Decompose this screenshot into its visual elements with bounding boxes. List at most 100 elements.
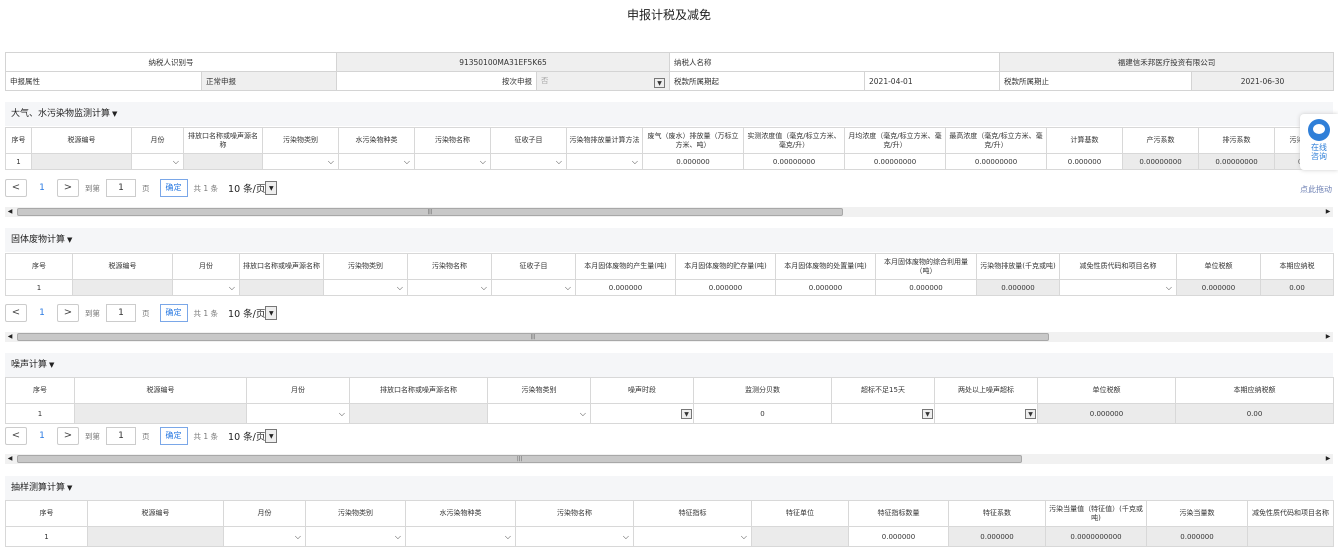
mode-value: 否 [541,75,549,85]
scrollbar-thumb[interactable]: ||| [17,455,1022,463]
base-input[interactable]: 0.000000 [1046,153,1123,170]
confirm-button[interactable]: 确定 [159,427,188,445]
pollutant-category-select[interactable]: ⌵ [323,279,408,296]
max-input[interactable]: 0.00000000 [945,153,1047,170]
month-select[interactable]: ⌵ [223,526,306,547]
column-header: 特征单位 [751,500,849,527]
tax-source-input[interactable] [74,403,247,424]
tax-source-input[interactable] [72,279,173,296]
chat-icon [1308,119,1330,141]
produced-input[interactable]: 0.000000 [575,279,676,296]
dropdown-arrow-icon: ▼ [1025,408,1036,419]
mode-select[interactable]: 否 ▼ [536,71,670,91]
sampling-table: 序号 税源编号 月份 污染物类别 水污染物种类 污染物名称 特征指标 特征单位 … [5,500,1334,547]
pollutant-name-select[interactable]: ⌵ [407,279,492,296]
chevron-down-icon: ⌵ [480,282,487,292]
caret-down-icon: ▼ [112,110,118,118]
disposed-input[interactable]: 0.000000 [775,279,876,296]
feature-indicator-select[interactable]: ⌵ [633,526,752,547]
pollutant-name-select[interactable]: ⌵ [515,526,634,547]
pagination-noise: < 1 > 到第 1 页 确定 共 1 条 10 条/页 ▼ [5,426,278,446]
current-page[interactable]: 1 [27,431,57,441]
section-solid-waste-header[interactable]: 固体废物计算 ▼ [5,228,1333,252]
chevron-down-icon: ⌵ [740,531,747,541]
prev-page-button[interactable]: < [5,304,27,322]
taxpayer-id-value: 91350100MA31EF5K65 [336,52,670,72]
section-air-water-header[interactable]: 大气、水污染物监测计算 ▼ [5,102,1333,126]
stored-input[interactable]: 0.000000 [675,279,776,296]
levy-item-select[interactable]: ⌵ [490,153,567,170]
column-header: 污染物类别 [305,500,406,527]
online-consult-button[interactable]: 在线 咨询 [1300,114,1338,170]
section-sampling-header[interactable]: 抽样测算计算 ▼ [5,476,1333,500]
under-15-days-select[interactable]: ▼ [831,403,935,424]
page-size-select[interactable]: 10 条/页 ▼ [228,179,278,197]
decibel-input[interactable]: 0 [693,403,832,424]
column-header: 污染物名称 [414,127,491,154]
section-sampling-title: 抽样测算计算 [11,483,66,493]
column-header: 税源编号 [31,127,132,154]
outlet-name-input[interactable] [183,153,263,170]
water-pollutant-type-select[interactable]: ⌵ [338,153,415,170]
feature-qty-input[interactable]: 0.000000 [848,526,949,547]
noise-period-select[interactable]: ▼ [590,403,694,424]
scroll-left-icon: ◀ [7,333,13,340]
page-input[interactable]: 1 [106,179,136,197]
monthly-input[interactable]: 0.00000000 [844,153,946,170]
outlet-name-input[interactable] [239,279,324,296]
dropdown-arrow-icon: ▼ [265,306,278,320]
outlet-name-input[interactable] [349,403,488,424]
scroll-left-icon: ◀ [7,208,13,215]
pollutant-name-select[interactable]: ⌵ [414,153,491,170]
prev-page-button[interactable]: < [5,427,27,445]
drag-handle-label[interactable]: 点此拖动 [1300,184,1332,195]
prev-page-button[interactable]: < [5,179,27,197]
section-noise-header[interactable]: 噪声计算 ▼ [5,353,1333,377]
relief-code-select[interactable]: ⌵ [1059,279,1177,296]
page-input[interactable]: 1 [106,427,136,445]
confirm-button[interactable]: 确定 [159,304,188,322]
multi-site-select[interactable]: ▼ [934,403,1038,424]
pollutant-category-select[interactable]: ⌵ [487,403,591,424]
pollutant-category-select[interactable]: ⌵ [262,153,339,170]
next-page-button[interactable]: > [57,304,79,322]
next-page-button[interactable]: > [57,427,79,445]
column-header: 减免性质代码和项目名称 [1059,253,1177,280]
water-pollutant-type-select[interactable]: ⌵ [405,526,516,547]
scrollbar-thumb[interactable]: ||| [17,208,843,216]
horizontal-scrollbar[interactable]: ◀ ||| ▶ [5,454,1333,464]
page-size-value: 10 条/页 [228,432,266,443]
month-select[interactable]: ⌵ [246,403,350,424]
page-input[interactable]: 1 [106,304,136,322]
start-label: 税款所属期起 [669,71,865,91]
measured-input[interactable]: 0.00000000 [743,153,845,170]
page-size-select[interactable]: 10 条/页 ▼ [228,304,278,322]
horizontal-scrollbar[interactable]: ◀ ||| ▶ [5,332,1333,342]
tax-source-input[interactable] [87,526,224,547]
goto-label: 到第 [85,308,100,318]
relief-code-cell[interactable] [1247,526,1334,547]
column-header: 计算基数 [1046,127,1123,154]
month-select[interactable]: ⌵ [172,279,240,296]
produce-coef: 0.00000000 [1122,153,1199,170]
month-select[interactable]: ⌵ [131,153,184,170]
current-page[interactable]: 1 [27,183,57,193]
page-size-select[interactable]: 10 条/页 ▼ [228,427,278,445]
utilized-input[interactable]: 0.000000 [875,279,977,296]
caret-down-icon: ▼ [67,484,73,492]
column-header: 污染物排放量计算方法 [566,127,643,154]
total-count: 共 1 条 [193,183,219,193]
horizontal-scrollbar[interactable]: ◀ ||| ▶ [5,207,1333,217]
scrollbar-thumb[interactable]: ||| [17,333,1049,341]
emission-input[interactable]: 0.000000 [642,153,744,170]
calc-method-select[interactable]: ⌵ [566,153,643,170]
pollutant-category-select[interactable]: ⌵ [305,526,406,547]
current-page[interactable]: 1 [27,308,57,318]
tax-source-input[interactable] [31,153,132,170]
next-page-button[interactable]: > [57,179,79,197]
levy-item-select[interactable]: ⌵ [491,279,576,296]
confirm-button[interactable]: 确定 [159,179,188,197]
column-header: 监测分贝数 [693,377,832,404]
column-header: 月份 [172,253,240,280]
column-header: 本期应纳税额 [1175,377,1334,404]
